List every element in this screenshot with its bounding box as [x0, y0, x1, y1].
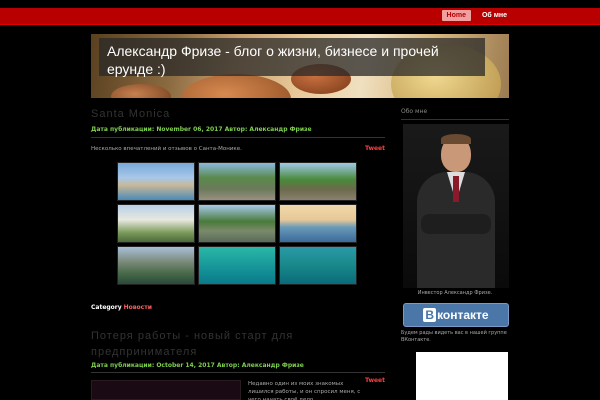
author-hair [441, 134, 471, 144]
vk-label: контакте [437, 308, 489, 322]
author-arms [421, 214, 491, 234]
site-title-box: Александр Фризе - блог о жизни, бизнесе … [99, 38, 485, 78]
tweet-button[interactable]: Tweet [365, 377, 385, 384]
post-excerpt: Недавно один из моих знакомых лишился ра… [248, 381, 361, 400]
author-tie [453, 176, 459, 202]
vk-b-icon: В [423, 308, 437, 322]
gallery-thumbnail[interactable] [279, 162, 357, 201]
gallery-thumbnail[interactable] [198, 246, 276, 285]
photo-gallery [117, 162, 357, 285]
vk-widget[interactable] [416, 352, 508, 400]
sidebar-title: Обо мне [401, 108, 428, 115]
post-excerpt: Несколько впечатлений и отзывов о Санта-… [91, 145, 385, 152]
post-title[interactable]: Потеря работы - новый старт для предприн… [91, 328, 385, 360]
post-meta: Дата публикации: October 14, 2017 Автор:… [91, 362, 304, 369]
post-category: Category Новости [91, 304, 152, 311]
nav-item-about[interactable]: Об мне [477, 10, 512, 21]
photo-caption: Инвестор Александр Фризе. [417, 290, 493, 296]
post-excerpt-text: Несколько впечатлений и отзывов о Санта-… [91, 146, 242, 152]
gallery-thumbnail[interactable] [279, 246, 357, 285]
divider [91, 372, 385, 373]
gallery-thumbnail[interactable] [279, 204, 357, 243]
divider [91, 137, 385, 138]
post-title[interactable]: Santa Monica [91, 108, 385, 120]
category-link[interactable]: Новости [124, 304, 152, 311]
site-header-banner: Александр Фризе - блог о жизни, бизнесе … [91, 34, 509, 98]
nav-item-home[interactable]: Home [441, 10, 471, 21]
coin-image [111, 84, 171, 98]
gallery-thumbnail[interactable] [117, 246, 195, 285]
gallery-thumbnail[interactable] [198, 204, 276, 243]
gallery-thumbnail[interactable] [117, 162, 195, 201]
top-navigation-bar: Home Об мне [0, 8, 600, 25]
vk-logo: Вконтакте [423, 308, 489, 322]
sidebar: Обо мне Инвестор Александр Фризе. Вконта… [401, 108, 509, 400]
divider [401, 119, 509, 120]
main-nav: Home Об мне [441, 10, 512, 21]
post-meta: Дата публикации: November 06, 2017 Автор… [91, 126, 312, 133]
vkontakte-button[interactable]: Вконтакте [403, 303, 509, 327]
category-label: Category [91, 304, 122, 311]
vk-description: Будем рады видеть вас в нашей группе ВКо… [401, 330, 507, 343]
tweet-button[interactable]: Tweet [365, 145, 385, 152]
gallery-thumbnail[interactable] [198, 162, 276, 201]
main-content: Santa Monica Дата публикации: November 0… [91, 108, 385, 400]
post-image[interactable] [91, 380, 241, 400]
site-title[interactable]: Александр Фризе - блог о жизни, бизнесе … [107, 42, 477, 78]
author-photo [403, 124, 509, 288]
gallery-thumbnail[interactable] [117, 204, 195, 243]
